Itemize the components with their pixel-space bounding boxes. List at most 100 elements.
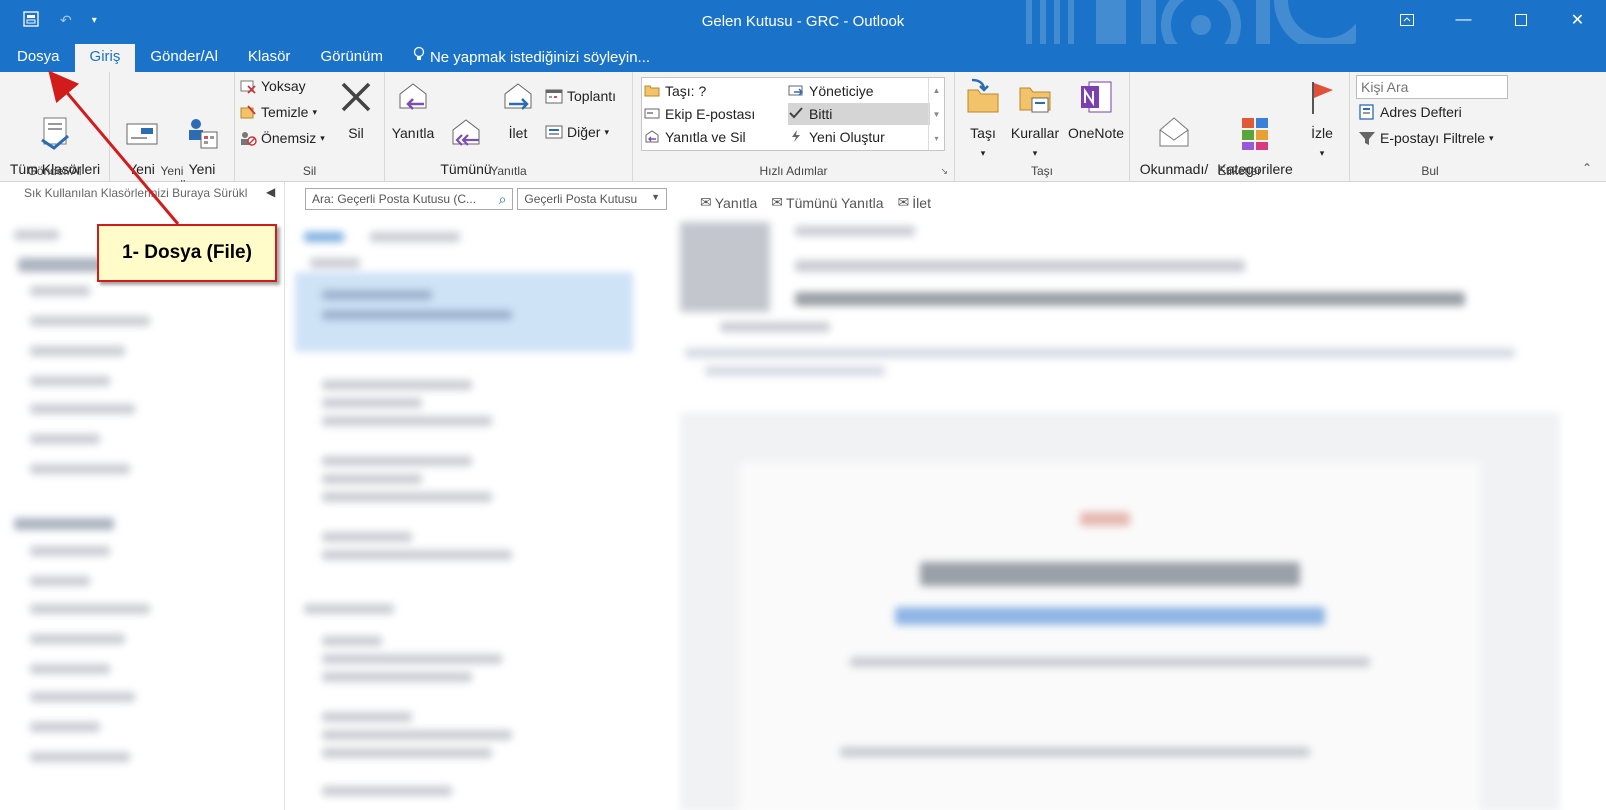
- reply-all-button[interactable]: Tümünü Yanıtla: [439, 78, 493, 196]
- delete-x-icon: [339, 78, 373, 116]
- ignore-button[interactable]: Yoksay: [239, 78, 306, 94]
- group-etiketler: Okunmadı/ Okundu Kategorilere Ayır ▾ İzl…: [1130, 72, 1350, 195]
- group-label-etiketler: Etiketler: [1217, 164, 1262, 178]
- group-label-tasi: Taşı: [1030, 164, 1053, 178]
- group-bul: Adres Defteri E-postayı Filtrele▾ Bul: [1350, 72, 1510, 182]
- team-email-icon: [644, 106, 660, 123]
- annotation-callout: 1- Dosya (File): [97, 224, 277, 282]
- send-receive-all-folders-button[interactable]: Tüm Klasörleri Gönder/Al: [4, 78, 106, 196]
- tab-gorunum[interactable]: Görünüm: [305, 44, 398, 72]
- clean-up-button[interactable]: Temizle ▾: [239, 104, 317, 120]
- checkmark-icon: [788, 106, 804, 123]
- group-label-gonder-al: Gönder/Al: [27, 164, 82, 178]
- tab-dosya[interactable]: Dosya: [0, 44, 75, 72]
- unread-read-button[interactable]: Okunmadı/ Okundu: [1134, 78, 1214, 196]
- folder-icon: [644, 83, 660, 100]
- quick-step-reply-delete[interactable]: Yanıtla ve Sil: [644, 126, 786, 148]
- clean-up-icon: [239, 104, 257, 120]
- search-icon[interactable]: ⌕: [499, 191, 507, 208]
- categorize-button[interactable]: Kategorilere Ayır ▾: [1212, 78, 1298, 198]
- tab-klasor[interactable]: Klasör: [233, 44, 306, 72]
- reading-reply-all-button[interactable]: ✉ Tümünü Yanıtla: [771, 194, 883, 211]
- chevron-down-icon: ▾: [1319, 148, 1325, 158]
- forward-button[interactable]: İlet: [495, 78, 541, 142]
- scroll-up-icon[interactable]: ▲: [933, 86, 941, 95]
- reading-forward-button[interactable]: ✉ İlet: [898, 194, 931, 211]
- reading-pane-blurred: [680, 212, 1580, 810]
- more-respond-button[interactable]: Diğer ▾: [545, 124, 609, 140]
- reading-reply-button[interactable]: ✉ Yanıtla: [700, 194, 757, 211]
- quick-steps-gallery: Taşı: ? Yöneticiye Ekip E-postası Bitti …: [641, 77, 945, 151]
- scroll-down-icon[interactable]: ▼: [933, 110, 941, 119]
- group-label-quick-steps: Hızlı Adımlar: [759, 164, 828, 178]
- envelope-icon: [1157, 96, 1191, 147]
- tab-giris[interactable]: Giriş: [74, 44, 136, 72]
- follow-up-button[interactable]: İzle ▾: [1300, 78, 1344, 162]
- reply-button[interactable]: Yanıtla: [387, 78, 439, 142]
- meeting-button[interactable]: Toplantı: [545, 88, 616, 104]
- people-search-input[interactable]: [1356, 75, 1508, 99]
- group-yeni: Yeni E-posta Yeni Öğeler ▾ Yeni: [110, 72, 235, 195]
- mail-search-input[interactable]: Ara: Geçerli Posta Kutusu (C... ⌕: [305, 188, 514, 210]
- group-label-yanitla: Yanıtla: [490, 164, 527, 178]
- group-tasi: Taşı ▾ Kurallar ▾ OneNote Taşı: [955, 72, 1130, 182]
- group-gonder-al: Tüm Klasörleri Gönder/Al Gönder/Al: [0, 72, 110, 195]
- group-quick-steps: Taşı: ? Yöneticiye Ekip E-postası Bitti …: [633, 72, 955, 182]
- quick-step-team-email[interactable]: Ekip E-postası: [644, 103, 786, 125]
- junk-button[interactable]: Önemsiz ▾: [239, 130, 325, 146]
- minimize-icon[interactable]: —: [1435, 0, 1492, 40]
- group-label-bul: Bul: [1421, 164, 1439, 178]
- close-icon[interactable]: ✕: [1549, 0, 1606, 40]
- new-items-button[interactable]: Yeni Öğeler ▾: [172, 78, 232, 198]
- address-book-button[interactable]: Adres Defteri: [1358, 104, 1462, 120]
- group-yanitla: Yanıtla Tümünü Yanıtla İlet Toplantı Diğ…: [385, 72, 633, 195]
- address-book-icon: [1358, 104, 1376, 120]
- lightning-icon: [788, 129, 804, 146]
- chevron-down-icon: ▾: [312, 106, 317, 117]
- quick-step-create-new[interactable]: Yeni Oluştur: [788, 126, 930, 148]
- onenote-button[interactable]: OneNote: [1065, 78, 1127, 142]
- window-controls: — ✕: [1378, 0, 1606, 40]
- chevron-down-icon: ▾: [604, 126, 609, 137]
- ribbon-tabs: Dosya Giriş Gönder/Al Klasör Görünüm Ne …: [0, 44, 1606, 72]
- quick-step-move-to[interactable]: Taşı: ?: [644, 80, 786, 102]
- group-label-yeni: Yeni: [160, 164, 184, 178]
- lightbulb-icon: [413, 45, 425, 71]
- junk-icon: [239, 130, 257, 146]
- search-scope-dropdown[interactable]: Geçerli Posta Kutusu ▼: [517, 188, 667, 210]
- reply-icon: [396, 78, 430, 116]
- forward-icon: [501, 78, 535, 116]
- tell-me-box[interactable]: Ne yapmak istediğinizi söyleyin...: [398, 44, 665, 72]
- quick-step-to-manager[interactable]: Yöneticiye: [788, 80, 930, 102]
- mail-list-blurred: [290, 212, 640, 810]
- calendar-icon: [545, 88, 563, 104]
- filter-email-button[interactable]: E-postayı Filtrele ▾: [1358, 130, 1494, 146]
- chevron-down-icon: ▼: [651, 192, 660, 202]
- dialog-launcher-icon[interactable]: ↘: [940, 166, 948, 177]
- move-button[interactable]: Taşı ▾: [961, 78, 1005, 162]
- reply-icon: ✉: [700, 194, 712, 210]
- collapse-ribbon-icon[interactable]: ⌃: [1582, 161, 1592, 175]
- new-email-icon: [125, 96, 159, 145]
- onenote-icon: [1079, 78, 1113, 116]
- chevron-down-icon: ▾: [1032, 148, 1038, 158]
- gallery-scrollbar[interactable]: ▲ ▼ ▾: [928, 78, 944, 150]
- new-items-icon: [185, 96, 219, 149]
- quick-step-done[interactable]: Bitti: [788, 103, 930, 125]
- ribbon: Tüm Klasörleri Gönder/Al Gönder/Al Yeni …: [0, 72, 1606, 195]
- reply-all-icon: ✉: [771, 194, 784, 210]
- gallery-more-icon[interactable]: ▾: [934, 134, 938, 143]
- envelope-forward-icon: [788, 83, 804, 100]
- reading-pane-toolbar: ✉ Yanıtla ✉ Tümünü Yanıtla ✉ İlet: [700, 194, 931, 211]
- tab-gonder-al[interactable]: Gönder/Al: [135, 44, 233, 72]
- maximize-icon[interactable]: [1492, 0, 1549, 40]
- rules-icon: [1018, 78, 1052, 116]
- rules-button[interactable]: Kurallar ▾: [1007, 78, 1063, 162]
- ribbon-display-options-icon[interactable]: [1378, 0, 1435, 40]
- delete-button[interactable]: Sil: [333, 78, 379, 142]
- send-receive-icon: [38, 96, 72, 150]
- new-email-button[interactable]: Yeni E-posta: [114, 78, 169, 196]
- mail-search-row: Ara: Geçerli Posta Kutusu (C... ⌕ Geçerl…: [305, 188, 667, 210]
- ignore-icon: [239, 78, 257, 94]
- collapse-folder-pane-icon[interactable]: ◀: [266, 185, 275, 199]
